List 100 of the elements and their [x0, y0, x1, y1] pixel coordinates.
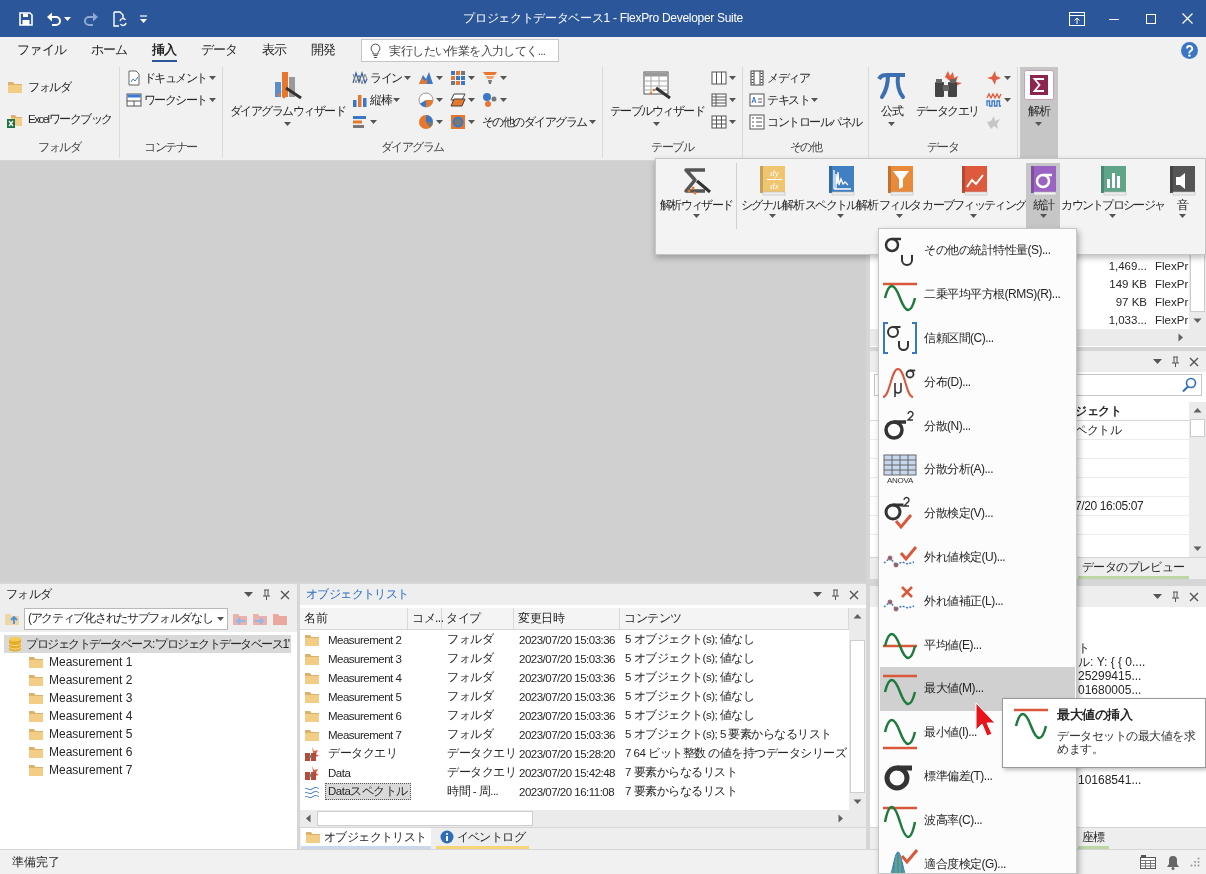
- menu-item[interactable]: 二乗平均平方根(RMS)(R)...: [880, 272, 1075, 317]
- tree-item[interactable]: Measurement 2: [20, 671, 137, 689]
- menu-item[interactable]: 外れ値検定(U)...: [880, 535, 1075, 580]
- formula-button[interactable]: 公式: [872, 67, 911, 140]
- menu-tab[interactable]: ホーム: [78, 37, 140, 64]
- column-header[interactable]: 名前: [300, 608, 408, 630]
- object-name[interactable]: データクエリ: [325, 745, 400, 762]
- polar-chart-button[interactable]: [415, 89, 445, 111]
- help-icon[interactable]: [1181, 42, 1198, 59]
- column-header[interactable]: ジェクト: [1075, 402, 1189, 420]
- column-chart-button[interactable]: 縦棒: [350, 89, 403, 111]
- tree-item[interactable]: プロジェクトデータベース: 'プロジェクトデータベース1': [4, 635, 292, 653]
- excel-workbook-button[interactable]: Excelワークブック: [4, 107, 115, 132]
- close-icon[interactable]: [849, 589, 859, 600]
- close-icon[interactable]: [1189, 356, 1199, 367]
- panel-menu-icon[interactable]: [1153, 594, 1162, 599]
- menu-item[interactable]: 波高率(C)...: [880, 798, 1075, 843]
- menu-tab[interactable]: データ: [188, 37, 250, 64]
- search-field[interactable]: 実行したい作業を入力してく...: [361, 39, 560, 62]
- scrollbar-thumb[interactable]: [317, 811, 533, 826]
- pin-icon[interactable]: [1171, 356, 1180, 367]
- object-name[interactable]: Measurement 5: [325, 689, 405, 704]
- menu-item[interactable]: 分散(N)...: [880, 404, 1075, 448]
- other-diagrams-button[interactable]: その他のダイアグラム: [479, 111, 598, 133]
- object-name[interactable]: Measurement 7: [325, 727, 405, 742]
- menu-tab[interactable]: 開発: [298, 37, 348, 64]
- acoustics-button[interactable]: 音: [1165, 163, 1200, 229]
- vertical-scrollbar[interactable]: [1189, 402, 1206, 557]
- menu-item[interactable]: ANOVA 分散分析(A)...: [880, 448, 1075, 492]
- text-button[interactable]: テキスト: [747, 89, 821, 111]
- tree-item[interactable]: Measurement 5: [20, 725, 137, 743]
- vertical-scrollbar[interactable]: [1189, 254, 1206, 329]
- object-name[interactable]: Data: [325, 765, 354, 780]
- close-icon[interactable]: [280, 589, 290, 600]
- bell-icon[interactable]: [1166, 854, 1180, 870]
- menu-tab[interactable]: 挿入: [139, 37, 189, 64]
- panel-menu-icon[interactable]: [244, 592, 253, 597]
- tree-item[interactable]: Measurement 7: [20, 761, 137, 779]
- column-header[interactable]: 変更日時: [514, 608, 620, 630]
- pin-icon[interactable]: [1171, 591, 1180, 602]
- scrollbar-thumb[interactable]: [1190, 419, 1205, 437]
- table-icon[interactable]: [1140, 855, 1156, 869]
- menu-item[interactable]: 外れ値補正(L)...: [880, 579, 1075, 624]
- data-query-button[interactable]: データクエリ: [912, 67, 982, 140]
- resize-grip-icon[interactable]: [1190, 857, 1200, 867]
- panel-menu-icon[interactable]: [1153, 359, 1162, 364]
- table-wizard-button[interactable]: テーブルウィザード: [606, 67, 708, 140]
- type-cell-text: データクエリ: [446, 765, 516, 780]
- caret-icon: [1035, 122, 1043, 126]
- statistics-button[interactable]: 統計: [1026, 163, 1061, 229]
- menu-tab[interactable]: ファイル: [5, 37, 79, 64]
- pin-icon[interactable]: [262, 589, 271, 600]
- ribbon-display-icon[interactable]: [1068, 11, 1085, 26]
- caret-icon: [393, 98, 401, 102]
- menu-item[interactable]: 適合度検定(G)...: [880, 842, 1075, 873]
- worksheet-button[interactable]: ワークシート: [123, 89, 218, 111]
- scrollbar-thumb[interactable]: [850, 640, 865, 793]
- menu-item[interactable]: 平均値(E)...: [880, 623, 1075, 667]
- curve-fitting-button[interactable]: カーブフィッティング: [921, 163, 1027, 229]
- object-name[interactable]: Measurement 2: [325, 632, 405, 647]
- menu-tab[interactable]: 表示: [249, 37, 299, 64]
- menu-item[interactable]: 標準偏差(T)...: [880, 754, 1075, 799]
- analysis-wizard-button[interactable]: 解析ウィザード: [659, 163, 734, 229]
- horizontal-scrollbar[interactable]: [300, 810, 866, 827]
- folder-button[interactable]: フォルダ: [4, 75, 115, 100]
- diagram-wizard-button[interactable]: ダイアグラムウィザード: [226, 67, 349, 140]
- scrollbar-thumb[interactable]: [1190, 254, 1205, 312]
- line-chart-button[interactable]: ライン: [350, 67, 413, 89]
- tree-item[interactable]: Measurement 6: [20, 743, 137, 761]
- vertical-scrollbar[interactable]: [849, 608, 866, 810]
- menu-item[interactable]: 分散検定(V)...: [880, 491, 1075, 536]
- media-button[interactable]: メディア: [747, 67, 812, 89]
- spectrum-analysis-button[interactable]: スペクトル解析: [803, 163, 879, 229]
- menu-item[interactable]: その他の統計特性量(S)...: [880, 229, 1075, 273]
- control-panel-button[interactable]: コントロールパネル: [747, 111, 864, 133]
- maximize-icon[interactable]: [1145, 13, 1156, 24]
- column-header[interactable]: コメ...: [408, 608, 442, 630]
- column-header[interactable]: コンテンツ: [620, 608, 849, 630]
- folder-combo-box[interactable]: (アクティブ化されたサブフォルダなし: [24, 607, 228, 630]
- panel-tab[interactable]: オブジェクトリスト: [301, 828, 431, 849]
- signal-analysis-button[interactable]: dy dx シグナル解析: [740, 163, 804, 229]
- close-icon[interactable]: [1189, 591, 1199, 602]
- tree-item[interactable]: Measurement 3: [20, 689, 137, 707]
- tree-item[interactable]: Measurement 1: [20, 653, 137, 671]
- pin-icon[interactable]: [831, 589, 840, 600]
- panel-tab[interactable]: イベントログ: [435, 828, 529, 849]
- panel-menu-icon[interactable]: [813, 592, 822, 597]
- count-procedure-button[interactable]: カウントプロシージャ: [1060, 163, 1166, 229]
- object-name[interactable]: Dataスペクトル: [325, 783, 411, 800]
- tree-item[interactable]: Measurement 4: [20, 707, 137, 725]
- menu-item[interactable]: 分布(D)...: [880, 360, 1075, 405]
- object-name[interactable]: Measurement 6: [325, 708, 405, 723]
- group-label: フォルダ: [37, 140, 82, 155]
- filter-button[interactable]: フィルタ: [878, 163, 922, 229]
- analysis-button[interactable]: 解析: [1019, 67, 1058, 160]
- document-button[interactable]: ドキュメント: [123, 67, 218, 89]
- object-name[interactable]: Measurement 3: [325, 651, 405, 666]
- menu-item[interactable]: 信頼区間(C)...: [880, 316, 1075, 361]
- column-header[interactable]: タイプ: [442, 608, 514, 630]
- object-name[interactable]: Measurement 4: [325, 670, 405, 685]
